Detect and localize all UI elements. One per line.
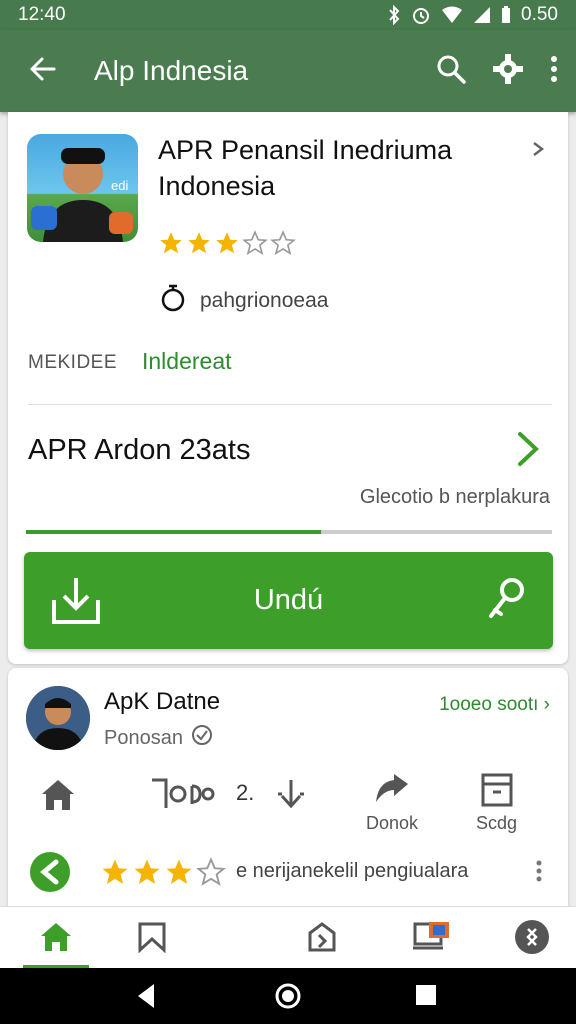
alarm-icon bbox=[411, 5, 431, 25]
star-empty-icon bbox=[242, 230, 268, 256]
section-title: APR Ardon 23ats bbox=[28, 434, 251, 466]
developer-name: pahgrionoeaa bbox=[200, 289, 329, 312]
svg-text:edi: edi bbox=[111, 178, 128, 193]
storage-label: Scdg bbox=[476, 813, 518, 833]
nav-settings[interactable] bbox=[508, 915, 556, 963]
arrow-action[interactable] bbox=[274, 776, 308, 815]
review-more-icon[interactable] bbox=[536, 860, 542, 887]
app-name: APR Penansil Inedriuma Indonesia bbox=[158, 135, 453, 201]
home-action[interactable] bbox=[40, 778, 76, 817]
nav-apps[interactable] bbox=[298, 915, 346, 963]
system-home-icon[interactable] bbox=[274, 982, 302, 1015]
developer-subtitle-row: Ponosan bbox=[104, 724, 213, 752]
share-icon bbox=[372, 772, 412, 813]
signal-icon bbox=[473, 6, 491, 24]
divider bbox=[28, 404, 552, 405]
star-filled-icon bbox=[134, 859, 160, 884]
developer-title: ApK Datne bbox=[104, 688, 221, 715]
status-icons: 0.50 bbox=[387, 4, 558, 26]
chevron-right-icon[interactable] bbox=[530, 138, 546, 164]
meta-label: MEKIDEE bbox=[28, 352, 118, 373]
nav-home[interactable] bbox=[32, 915, 80, 963]
apps-icon bbox=[306, 921, 338, 958]
nav-bookmarks[interactable] bbox=[128, 915, 176, 963]
app-details-card: edi APR Penansil Inedriuma Indonesia pah… bbox=[8, 112, 568, 664]
review-row[interactable]: e nerijanekelil pengiualara bbox=[8, 852, 568, 892]
progress-bar bbox=[26, 530, 552, 534]
share-label: Donok bbox=[366, 813, 419, 833]
download-icon bbox=[50, 574, 102, 634]
bluetooth-icon bbox=[387, 5, 401, 25]
settings-icon[interactable] bbox=[492, 53, 524, 90]
meta-value[interactable]: Inldereat bbox=[142, 348, 232, 375]
star-empty-icon bbox=[270, 230, 296, 256]
app-bar: Alp Indnesia bbox=[0, 30, 576, 112]
status-time: 12:40 bbox=[18, 4, 66, 25]
more-vert-icon[interactable] bbox=[550, 55, 558, 88]
rotate-icon bbox=[148, 772, 216, 817]
review-rating bbox=[100, 857, 226, 887]
system-navigation bbox=[0, 968, 576, 1024]
star-filled-icon bbox=[216, 232, 238, 254]
download-button[interactable]: Undú bbox=[24, 552, 553, 649]
back-arrow-icon bbox=[28, 55, 56, 88]
status-bar: 12:40 0.50 bbox=[0, 0, 576, 30]
developer-subtitle: Ponosan bbox=[104, 726, 183, 749]
arrow-down-icon bbox=[274, 776, 308, 815]
star-filled-icon bbox=[102, 859, 128, 884]
star-filled-icon bbox=[166, 859, 192, 884]
app-icon[interactable]: edi bbox=[27, 134, 138, 242]
verified-icon bbox=[191, 724, 213, 752]
star-empty-icon bbox=[196, 857, 226, 886]
battery-text: 0.50 bbox=[521, 4, 558, 25]
review-badge-icon bbox=[30, 852, 70, 892]
media-action[interactable] bbox=[148, 772, 216, 817]
storage-icon bbox=[480, 772, 514, 813]
nav-media[interactable] bbox=[408, 915, 456, 963]
search-icon[interactable] bbox=[436, 54, 466, 89]
wifi-icon bbox=[441, 6, 463, 24]
settings-circle-icon bbox=[514, 919, 550, 960]
review-text: e nerijanekelil pengiualara bbox=[236, 860, 469, 882]
home-icon bbox=[40, 778, 76, 817]
developer-row[interactable]: pahgrionoeaa bbox=[160, 284, 328, 318]
bottom-nav bbox=[0, 906, 576, 969]
bookmark-icon bbox=[137, 921, 167, 958]
system-back-icon[interactable] bbox=[134, 982, 158, 1015]
developer-link[interactable]: 1ooeo sootı › bbox=[439, 694, 550, 716]
home-icon bbox=[39, 921, 73, 958]
chevron-right-green-icon[interactable] bbox=[514, 430, 542, 473]
system-recents-icon[interactable] bbox=[414, 982, 438, 1013]
media-icon bbox=[411, 920, 453, 959]
progress-fill bbox=[26, 530, 321, 534]
actions-row: 2. Donok Scdg bbox=[8, 766, 568, 846]
storage-action[interactable]: Scdg bbox=[476, 772, 517, 834]
app-rating bbox=[158, 230, 296, 256]
share-action[interactable]: Donok bbox=[366, 772, 418, 834]
timer-icon bbox=[160, 284, 186, 318]
download-label: Undú bbox=[253, 584, 324, 616]
back-button[interactable] bbox=[22, 51, 62, 91]
avatar[interactable] bbox=[26, 686, 90, 750]
app-bar-actions bbox=[436, 53, 558, 90]
page-title: Alp Indnesia bbox=[94, 55, 249, 86]
battery-icon bbox=[501, 6, 511, 24]
counter-text: 2. bbox=[236, 780, 255, 805]
section-subtitle: Glecotio b nerplakura bbox=[359, 486, 550, 508]
key-icon bbox=[487, 576, 527, 630]
star-filled-icon bbox=[160, 232, 182, 254]
star-filled-icon bbox=[188, 232, 210, 254]
